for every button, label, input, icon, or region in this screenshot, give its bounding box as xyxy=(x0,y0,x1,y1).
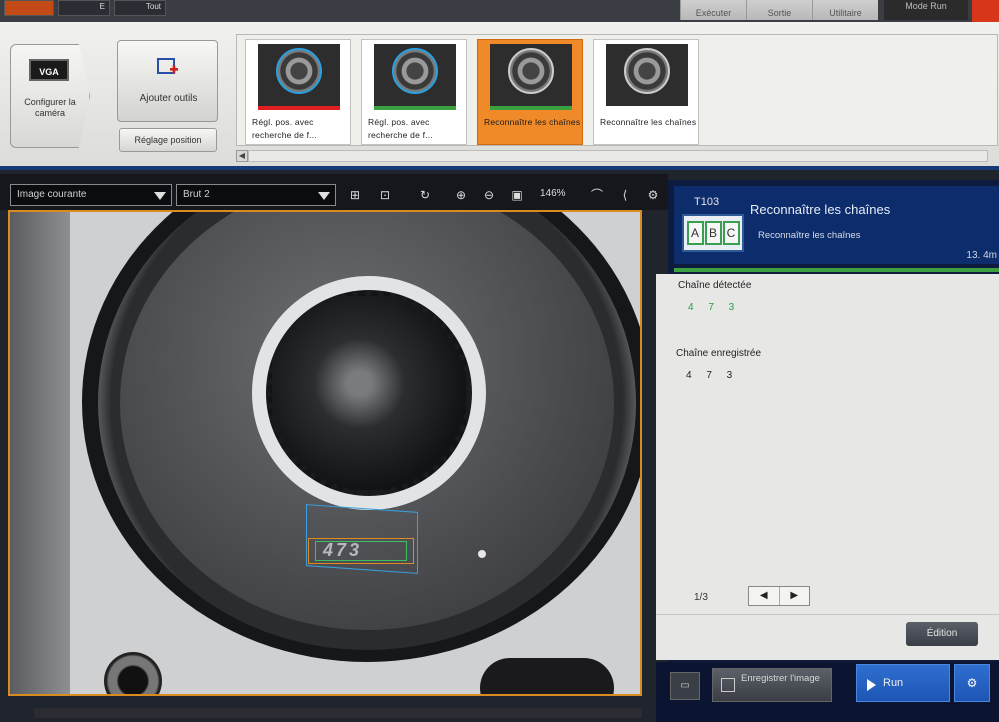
viewer-scrollbar[interactable] xyxy=(34,708,642,718)
lock-layout-icon[interactable]: ⊡ xyxy=(374,184,396,206)
configure-camera-button[interactable]: VGA Configurer la caméra xyxy=(10,44,90,148)
run-button[interactable]: Run xyxy=(856,664,950,702)
detected-string-value: 4 7 3 xyxy=(688,302,741,313)
image-source-value: Image courante xyxy=(17,189,87,200)
tool-status-bar xyxy=(374,106,456,110)
tool-thumb-image xyxy=(258,44,340,106)
zoom-level: 146% xyxy=(540,188,566,199)
registered-string-value: 4 7 3 xyxy=(686,370,739,381)
part-splined-bore xyxy=(266,290,472,496)
alert-tab[interactable] xyxy=(972,0,999,22)
settings-icon[interactable]: ⚙ xyxy=(642,184,664,206)
processing-time: 13. 4m xyxy=(966,250,997,261)
chevron-down-icon xyxy=(318,192,330,200)
part-bolt xyxy=(480,658,614,694)
tool-title: Reconnaître les chaînes xyxy=(750,202,891,217)
result-body: Chaîne détectée 4 7 3 Chaîne enregistrée… xyxy=(656,274,999,660)
detected-code-overlay: 473 xyxy=(323,540,363,560)
image-mode-value: Brut 2 xyxy=(183,189,210,200)
divider xyxy=(656,614,999,615)
refresh-icon[interactable]: ↻ xyxy=(414,184,436,206)
icon-letter: A xyxy=(686,221,704,245)
page-navigation: ◀ ▶ xyxy=(748,586,810,606)
back-icon[interactable]: ⟨ xyxy=(614,184,636,206)
screen: E Tout Exécuter Sortie Utilitaire Mode R… xyxy=(0,0,999,722)
tool-caption: Reconnaître les chaînes xyxy=(484,117,581,127)
tool-caption: Reconnaître les chaînes xyxy=(600,117,697,127)
zoom-in-icon[interactable]: ⊕ xyxy=(450,184,472,206)
play-icon xyxy=(867,679,876,691)
part-bolt xyxy=(104,652,162,694)
menu-execute[interactable]: Exécuter xyxy=(680,0,746,20)
tool-thumb-image xyxy=(490,44,572,106)
save-image-button[interactable]: Enregistrer l'image xyxy=(712,668,832,702)
tool-thumb-1[interactable]: Régl. pos. avec recherche de f... xyxy=(245,39,351,145)
tool-status-bar xyxy=(606,106,688,110)
page-indicator: 1/3 xyxy=(694,592,708,603)
icon-letter: C xyxy=(722,221,740,245)
graph-icon[interactable]: ⌒ xyxy=(586,184,608,206)
scroll-left-button[interactable]: ◀ xyxy=(236,150,248,162)
run-settings-icon[interactable]: ⚙ xyxy=(954,664,990,702)
tool-thumb-3-selected[interactable]: Reconnaître les chaînes xyxy=(477,39,583,145)
ocr-tool-icon: A B C xyxy=(682,214,744,252)
detection-box[interactable]: 473 xyxy=(308,538,414,564)
run-label: Run xyxy=(883,677,904,689)
tool-scrollbar[interactable] xyxy=(248,150,988,162)
add-tools-label: Ajouter outils xyxy=(139,93,198,104)
next-page-button[interactable]: ▶ xyxy=(780,587,810,605)
configure-camera-label: Configurer la caméra xyxy=(24,97,76,118)
prev-page-button[interactable]: ◀ xyxy=(749,587,780,605)
tab-3-label: Tout xyxy=(145,2,161,11)
fit-screen-icon[interactable]: ▣ xyxy=(506,184,528,206)
tool-status-bar xyxy=(258,106,340,110)
edit-button[interactable]: Édition xyxy=(906,622,978,646)
keyboard-icon[interactable]: ▭ xyxy=(670,672,700,700)
zoom-out-icon[interactable]: ⊖ xyxy=(478,184,500,206)
tool-status-bar xyxy=(490,106,572,110)
image-toolbar: Image courante Brut 2 ⊞ ⊡ ↻ ⊕ ⊖ ▣ 146% ⌒… xyxy=(0,174,668,210)
image-background xyxy=(10,212,70,694)
menu-utility[interactable]: Utilitaire xyxy=(812,0,878,20)
add-tools-button[interactable]: Ajouter outils xyxy=(117,40,218,122)
tool-thumb-image xyxy=(374,44,456,106)
tab-3[interactable]: Tout xyxy=(114,0,166,16)
add-tool-icon xyxy=(157,58,178,74)
image-mode-select[interactable]: Brut 2 xyxy=(176,184,336,206)
tool-thumb-2[interactable]: Régl. pos. avec recherche de f... xyxy=(361,39,467,145)
position-setting-button[interactable]: Réglage position xyxy=(119,128,217,152)
tool-header: T103 A B C Reconnaître les chaînes Recon… xyxy=(674,186,999,272)
tool-caption: Régl. pos. avec recherche de f... xyxy=(368,117,433,140)
image-source-select[interactable]: Image courante xyxy=(10,184,172,206)
tab-2[interactable]: E xyxy=(58,0,110,16)
top-menu-bar: E Tout Exécuter Sortie Utilitaire Mode R… xyxy=(0,0,999,22)
tool-id: T103 xyxy=(694,196,720,208)
camera-image-viewer[interactable]: 473 xyxy=(8,210,642,696)
bottom-bar: ▭ Enregistrer l'image Run ⚙ xyxy=(656,662,999,722)
save-image-label: Enregistrer l'image xyxy=(741,673,820,684)
tool-caption: Régl. pos. avec recherche de f... xyxy=(252,117,317,140)
registered-string-label: Chaîne enregistrée xyxy=(676,348,762,359)
vga-badge: VGA xyxy=(29,59,69,81)
tool-toolbar: VGA Configurer la caméra Ajouter outils … xyxy=(0,22,999,170)
tool-list: Régl. pos. avec recherche de f... Régl. … xyxy=(236,34,998,146)
menu-output[interactable]: Sortie xyxy=(746,0,812,20)
tool-subtitle: Reconnaître les chaînes xyxy=(758,230,861,241)
icon-letter: B xyxy=(704,221,722,245)
chevron-down-icon xyxy=(154,192,166,200)
layout-icon[interactable]: ⊞ xyxy=(344,184,366,206)
status-line xyxy=(674,268,999,272)
mode-run-indicator[interactable]: Mode Run xyxy=(884,0,968,20)
detected-string-label: Chaîne détectée xyxy=(678,280,752,291)
tool-thumb-4[interactable]: Reconnaître les chaînes xyxy=(593,39,699,145)
save-image-icon xyxy=(721,678,735,692)
tool-thumb-image xyxy=(606,44,688,106)
tab-1[interactable] xyxy=(4,0,54,16)
reflection-spot xyxy=(478,550,486,558)
tab-2-label: E xyxy=(99,2,105,11)
